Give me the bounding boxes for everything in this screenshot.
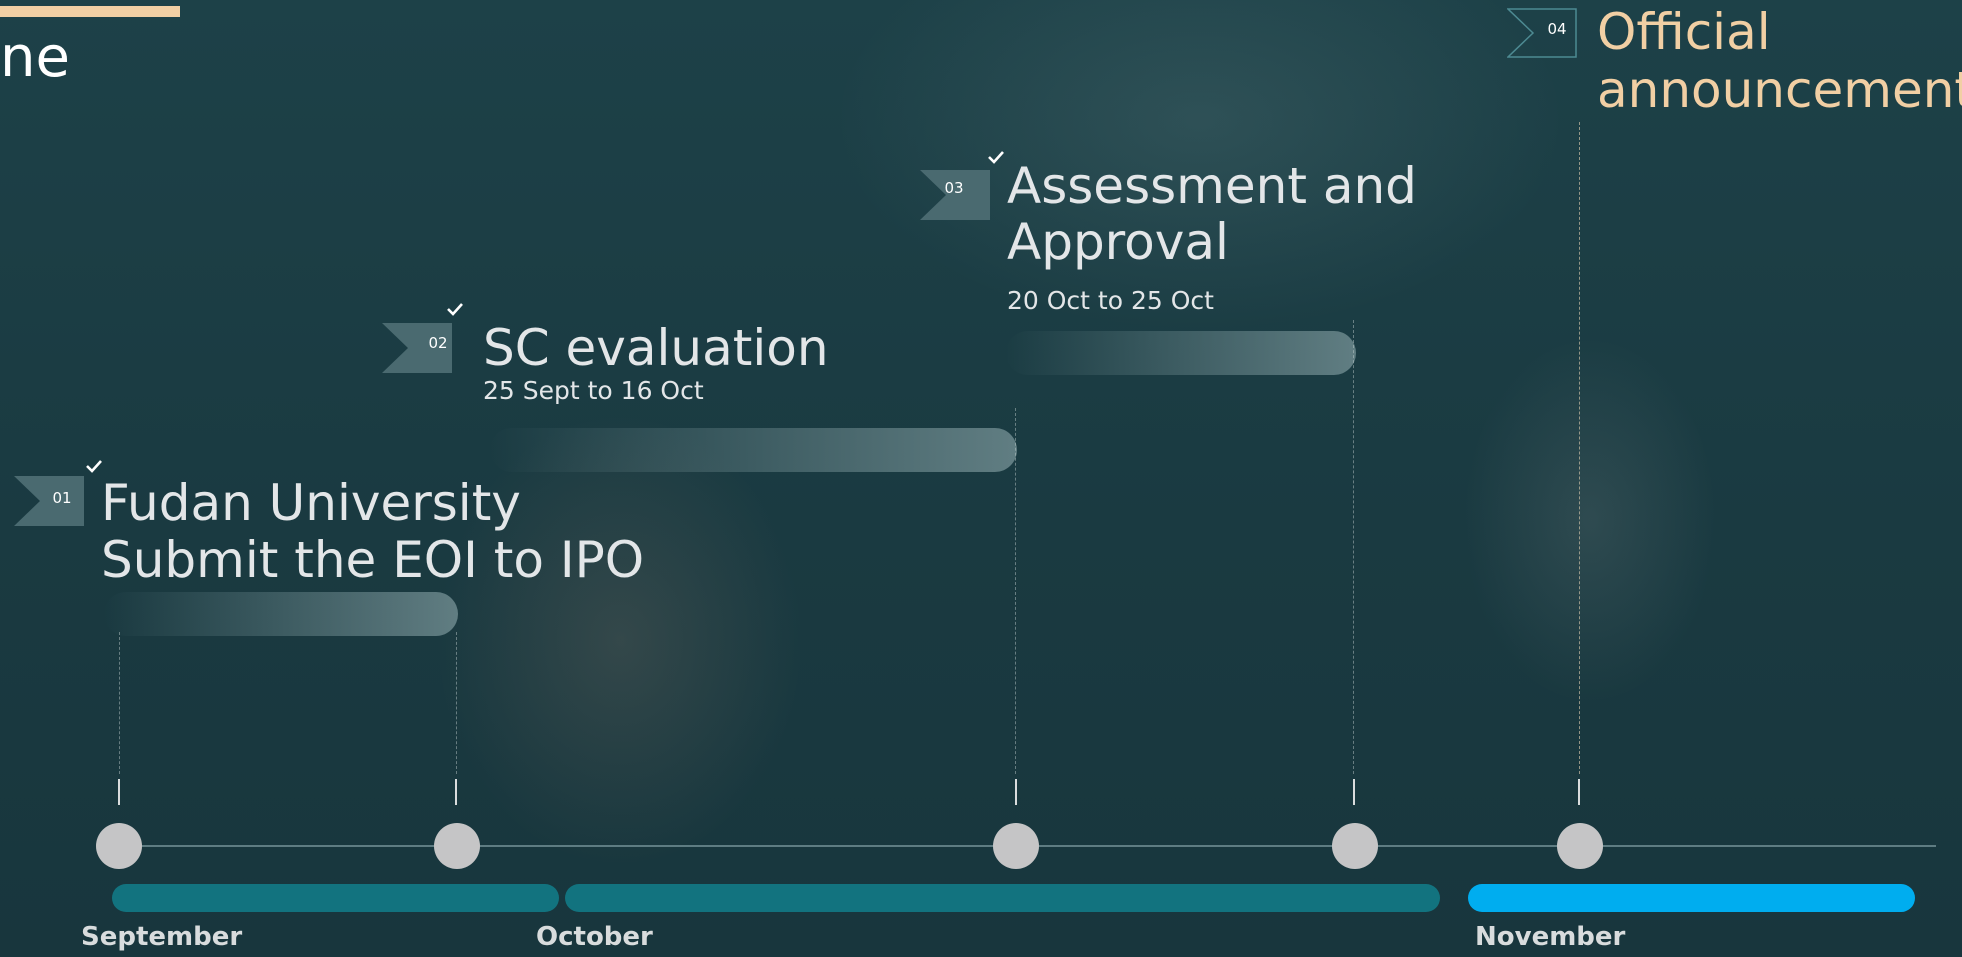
checkmark-icon bbox=[447, 303, 463, 316]
checkmark-icon bbox=[86, 460, 102, 473]
timeline-dot bbox=[1332, 823, 1378, 869]
milestone-title-line2: Approval bbox=[1007, 213, 1229, 271]
month-label-october: October bbox=[536, 922, 653, 952]
timeline-dot bbox=[434, 823, 480, 869]
connector-line bbox=[1353, 320, 1354, 774]
milestone-title-line2: announcement bbox=[1597, 61, 1962, 119]
milestone-title-line1: Assessment and bbox=[1007, 157, 1417, 215]
timeline-dot bbox=[993, 823, 1039, 869]
timeline-tick bbox=[1578, 779, 1580, 805]
connector-line bbox=[119, 632, 120, 774]
month-bar-november bbox=[1468, 884, 1915, 912]
title-accent-bar bbox=[0, 6, 180, 17]
month-bar-september bbox=[112, 884, 559, 912]
connector-line bbox=[1015, 408, 1016, 774]
milestone-number: 03 bbox=[944, 179, 964, 197]
milestone-number: 02 bbox=[428, 334, 448, 352]
milestone-number: 04 bbox=[1547, 20, 1567, 38]
timeline-tick bbox=[1353, 779, 1355, 805]
checkmark-icon bbox=[988, 151, 1004, 164]
duration-bar bbox=[1006, 331, 1356, 375]
month-label-november: November bbox=[1475, 922, 1626, 952]
milestone-title-line1: SC evaluation bbox=[483, 319, 829, 377]
milestone-date: 25 Sept to 16 Oct bbox=[483, 376, 704, 405]
connector-line bbox=[456, 632, 457, 774]
timeline-dot bbox=[96, 823, 142, 869]
month-label-september: September bbox=[81, 922, 243, 952]
timeline-tick bbox=[118, 779, 120, 805]
duration-bar bbox=[490, 428, 1017, 472]
milestone-title-line1: Fudan University bbox=[101, 474, 521, 532]
connector-line bbox=[1579, 122, 1580, 774]
slide-title: ne bbox=[0, 25, 70, 90]
month-bar-october bbox=[565, 884, 1440, 912]
milestone-title-line2: Submit the EOI to IPO bbox=[101, 531, 645, 589]
milestone-title-line1: Official bbox=[1597, 3, 1771, 61]
milestone-date: 20 Oct to 25 Oct bbox=[1007, 286, 1214, 315]
timeline-tick bbox=[1015, 779, 1017, 805]
milestone-number: 01 bbox=[52, 489, 72, 507]
duration-bar bbox=[104, 592, 458, 636]
timeline-tick bbox=[455, 779, 457, 805]
timeline-dot bbox=[1557, 823, 1603, 869]
